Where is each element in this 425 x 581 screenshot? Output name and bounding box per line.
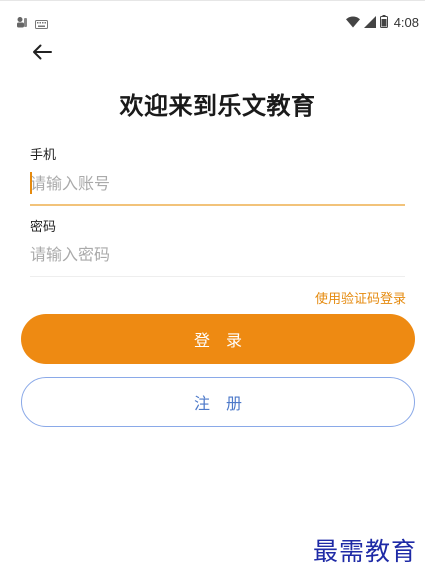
arrow-left-icon: [32, 44, 52, 64]
password-label: 密码: [30, 220, 57, 235]
sms-login-link[interactable]: 使用验证码登录: [315, 288, 406, 307]
password-input[interactable]: [30, 237, 405, 271]
notification-app-icon: [16, 14, 28, 33]
text-cursor: [30, 172, 32, 194]
phone-label: 手机: [30, 148, 57, 163]
status-left: [16, 14, 48, 33]
register-button[interactable]: 注册: [21, 377, 415, 427]
watermark: 最需教育: [312, 537, 417, 566]
phone-input[interactable]: [30, 166, 405, 200]
login-screen: 4:08 欢迎来到乐文教育 手机 密码 使用验证码登录 登录 注册 最需教育: [0, 0, 425, 581]
page-title: 欢迎来到乐文教育: [119, 92, 316, 120]
back-button[interactable]: [28, 42, 56, 66]
password-underline: [30, 276, 405, 277]
keyboard-icon: [35, 14, 48, 33]
status-bar: 4:08: [0, 0, 425, 40]
battery-icon: [379, 13, 388, 32]
login-button[interactable]: 登录: [21, 314, 415, 364]
status-right: 4:08: [345, 13, 419, 32]
status-time: 4:08: [393, 15, 419, 30]
signal-icon: [363, 13, 376, 32]
phone-underline: [30, 204, 405, 206]
wifi-icon: [345, 13, 360, 32]
